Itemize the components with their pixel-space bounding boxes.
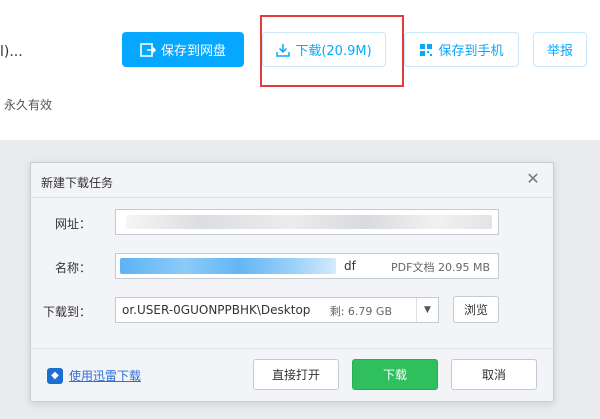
- close-icon[interactable]: ✕: [525, 171, 541, 187]
- report-label: 举报: [546, 44, 573, 59]
- save-icon: [140, 42, 156, 57]
- dialog-title: 新建下载任务: [41, 176, 114, 190]
- browse-button[interactable]: 浏览: [453, 296, 499, 323]
- cancel-button[interactable]: 取消: [451, 359, 537, 390]
- url-field[interactable]: [115, 209, 499, 235]
- dialog-download-button[interactable]: 下载: [352, 359, 438, 390]
- save-to-pan-button[interactable]: 保存到网盘: [122, 32, 244, 67]
- dest-path: or.USER-0GUONPPBHK\Desktop: [122, 303, 311, 317]
- name-label: 名称：: [54, 261, 91, 275]
- dest-path-select[interactable]: or.USER-0GUONPPBHK\Desktop 剩: 6.79 GB ▼: [115, 297, 439, 323]
- new-download-dialog: 新建下载任务 ✕ 网址： 名称： df PDF文档 20.95 MB 下载到： …: [30, 162, 554, 402]
- dropdown-arrow-icon[interactable]: ▼: [416, 298, 438, 322]
- qr-code-icon: [420, 43, 433, 56]
- file-title: l)...: [0, 44, 23, 60]
- name-field[interactable]: df PDF文档 20.95 MB: [115, 253, 499, 279]
- save-to-phone-button[interactable]: 保存到手机: [404, 32, 519, 67]
- free-space: 剩: 6.79 GB: [329, 305, 392, 318]
- use-thunder-label: 使用迅雷下载: [69, 369, 142, 383]
- share-page-header: l)... 永久有效 保存到网盘 下载(20.9M) 保存到手机 举报: [0, 0, 600, 140]
- url-label: 网址：: [54, 217, 91, 231]
- save-to-pan-label: 保存到网盘: [160, 44, 226, 59]
- file-type-size: PDF文档 20.95 MB: [391, 261, 490, 274]
- thunder-logo-icon: ◆: [47, 367, 63, 384]
- validity-text: 永久有效: [4, 98, 53, 112]
- open-directly-button[interactable]: 直接打开: [253, 359, 339, 390]
- divider: [31, 197, 553, 198]
- report-button[interactable]: 举报: [533, 32, 587, 67]
- divider: [31, 348, 553, 349]
- save-to-phone-label: 保存到手机: [438, 44, 504, 59]
- redacted-url: [126, 215, 492, 229]
- name-suffix: df: [344, 259, 356, 273]
- highlight-box: [260, 15, 404, 87]
- redacted-name: [120, 258, 336, 274]
- dest-label: 下载到：: [42, 305, 91, 319]
- use-thunder-link[interactable]: ◆ 使用迅雷下载: [47, 367, 141, 384]
